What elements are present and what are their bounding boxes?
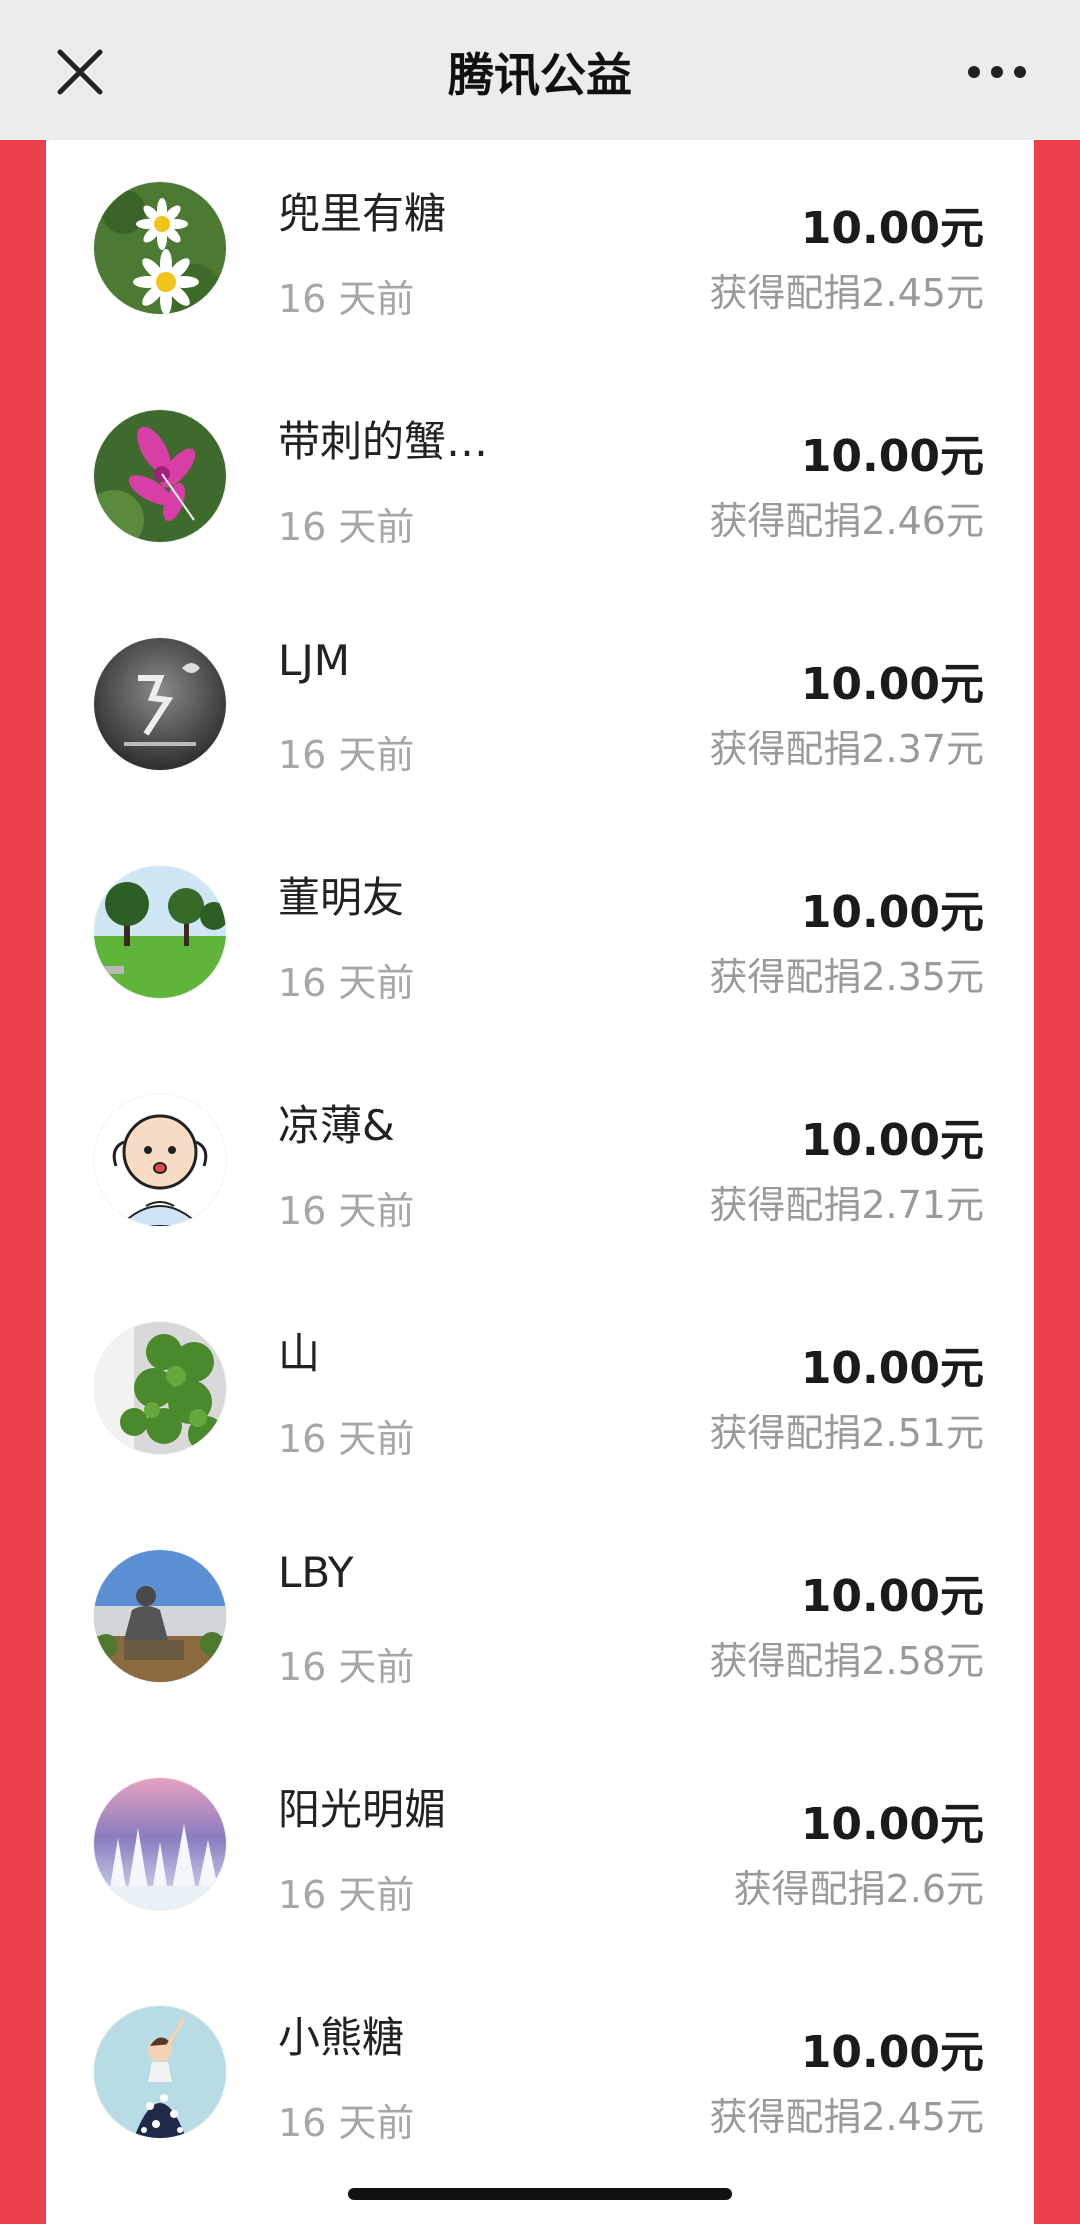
donation-row[interactable]: 董明友 16 天前 10.00元 获得配捐2.35元 <box>46 824 1034 1052</box>
donation-amount: 10.00元 <box>800 2027 984 2078</box>
match-amount: 获得配捐2.46元 <box>709 499 984 543</box>
side-border-left <box>0 140 46 2224</box>
daisy-avatar-icon <box>94 182 226 314</box>
match-amount: 获得配捐2.45元 <box>709 2095 984 2139</box>
donor-name: 小熊糖 <box>278 2013 405 2062</box>
page-title: 腾讯公益 <box>448 48 632 102</box>
donation-amount: 10.00元 <box>800 1799 984 1850</box>
avatar[interactable] <box>94 1778 226 1910</box>
donor-name: 兜里有糖 <box>278 189 447 238</box>
donation-time: 16 天前 <box>278 1873 415 1917</box>
avatar[interactable] <box>94 2006 226 2138</box>
donation-row[interactable]: 带刺的蟹… 16 天前 10.00元 获得配捐2.46元 <box>46 368 1034 596</box>
donation-time: 16 天前 <box>278 2101 415 2145</box>
more-button[interactable] <box>962 52 1032 92</box>
more-icon <box>968 66 1026 78</box>
donation-row[interactable]: LJM 16 天前 10.00元 获得配捐2.37元 <box>46 596 1034 824</box>
match-amount: 获得配捐2.45元 <box>709 271 984 315</box>
donation-amount: 10.00元 <box>800 659 984 710</box>
donation-amount: 10.00元 <box>800 431 984 482</box>
avatar[interactable] <box>94 1094 226 1226</box>
donation-time: 16 天前 <box>278 505 415 549</box>
avatar[interactable] <box>94 1322 226 1454</box>
snow-avatar-icon <box>94 1778 226 1910</box>
match-amount: 获得配捐2.58元 <box>709 1639 984 1683</box>
avatar[interactable] <box>94 866 226 998</box>
match-amount: 获得配捐2.71元 <box>709 1183 984 1227</box>
match-amount: 获得配捐2.35元 <box>709 955 984 999</box>
donation-time: 16 天前 <box>278 277 415 321</box>
donor-name: 董明友 <box>278 873 405 922</box>
donor-name: LJM <box>278 636 351 685</box>
pink-flower-avatar-icon <box>94 410 226 542</box>
donor-name: 带刺的蟹… <box>278 417 489 466</box>
donor-name: 山 <box>278 1329 321 1378</box>
donation-row[interactable]: 山 16 天前 10.00元 获得配捐2.51元 <box>46 1280 1034 1508</box>
donation-row[interactable]: LBY 16 天前 10.00元 获得配捐2.58元 <box>46 1508 1034 1736</box>
donor-name: 凉薄& <box>278 1101 395 1150</box>
cartoon-avatar-icon <box>94 1094 226 1226</box>
trees-avatar-icon <box>94 866 226 998</box>
donation-amount: 10.00元 <box>800 1571 984 1622</box>
donation-time: 16 天前 <box>278 1645 415 1689</box>
donation-row[interactable]: 兜里有糖 16 天前 10.00元 获得配捐2.45元 <box>46 140 1034 368</box>
donor-name: LBY <box>278 1548 354 1597</box>
match-amount: 获得配捐2.6元 <box>733 1867 984 1911</box>
match-amount: 获得配捐2.37元 <box>709 727 984 771</box>
home-indicator[interactable] <box>348 2188 732 2200</box>
donation-amount: 10.00元 <box>800 203 984 254</box>
donation-row[interactable]: 小熊糖 16 天前 10.00元 获得配捐2.45元 <box>46 1964 1034 2192</box>
donation-time: 16 天前 <box>278 961 415 1005</box>
match-amount: 获得配捐2.51元 <box>709 1411 984 1455</box>
statue-avatar-icon <box>94 1550 226 1682</box>
side-border-right <box>1034 140 1080 2224</box>
donation-amount: 10.00元 <box>800 1115 984 1166</box>
avatar[interactable] <box>94 638 226 770</box>
donation-time: 16 天前 <box>278 1417 415 1461</box>
avatar[interactable] <box>94 182 226 314</box>
avatar[interactable] <box>94 410 226 542</box>
dancer-avatar-icon <box>94 2006 226 2138</box>
donation-amount: 10.00元 <box>800 1343 984 1394</box>
ivy-avatar-icon <box>94 1322 226 1454</box>
donation-time: 16 天前 <box>278 733 415 777</box>
donation-row[interactable]: 阳光明媚 16 天前 10.00元 获得配捐2.6元 <box>46 1736 1034 1964</box>
donation-row[interactable]: 凉薄& 16 天前 10.00元 获得配捐2.71元 <box>46 1052 1034 1280</box>
donation-list: 兜里有糖 16 天前 10.00元 获得配捐2.45元 带刺的蟹… 16 天前 … <box>46 140 1034 2224</box>
donation-time: 16 天前 <box>278 1189 415 1233</box>
avatar[interactable] <box>94 1550 226 1682</box>
donor-name: 阳光明媚 <box>278 1785 447 1834</box>
dark-logo-avatar-icon <box>94 638 226 770</box>
donation-amount: 10.00元 <box>800 887 984 938</box>
top-bar: 腾讯公益 <box>0 0 1080 140</box>
